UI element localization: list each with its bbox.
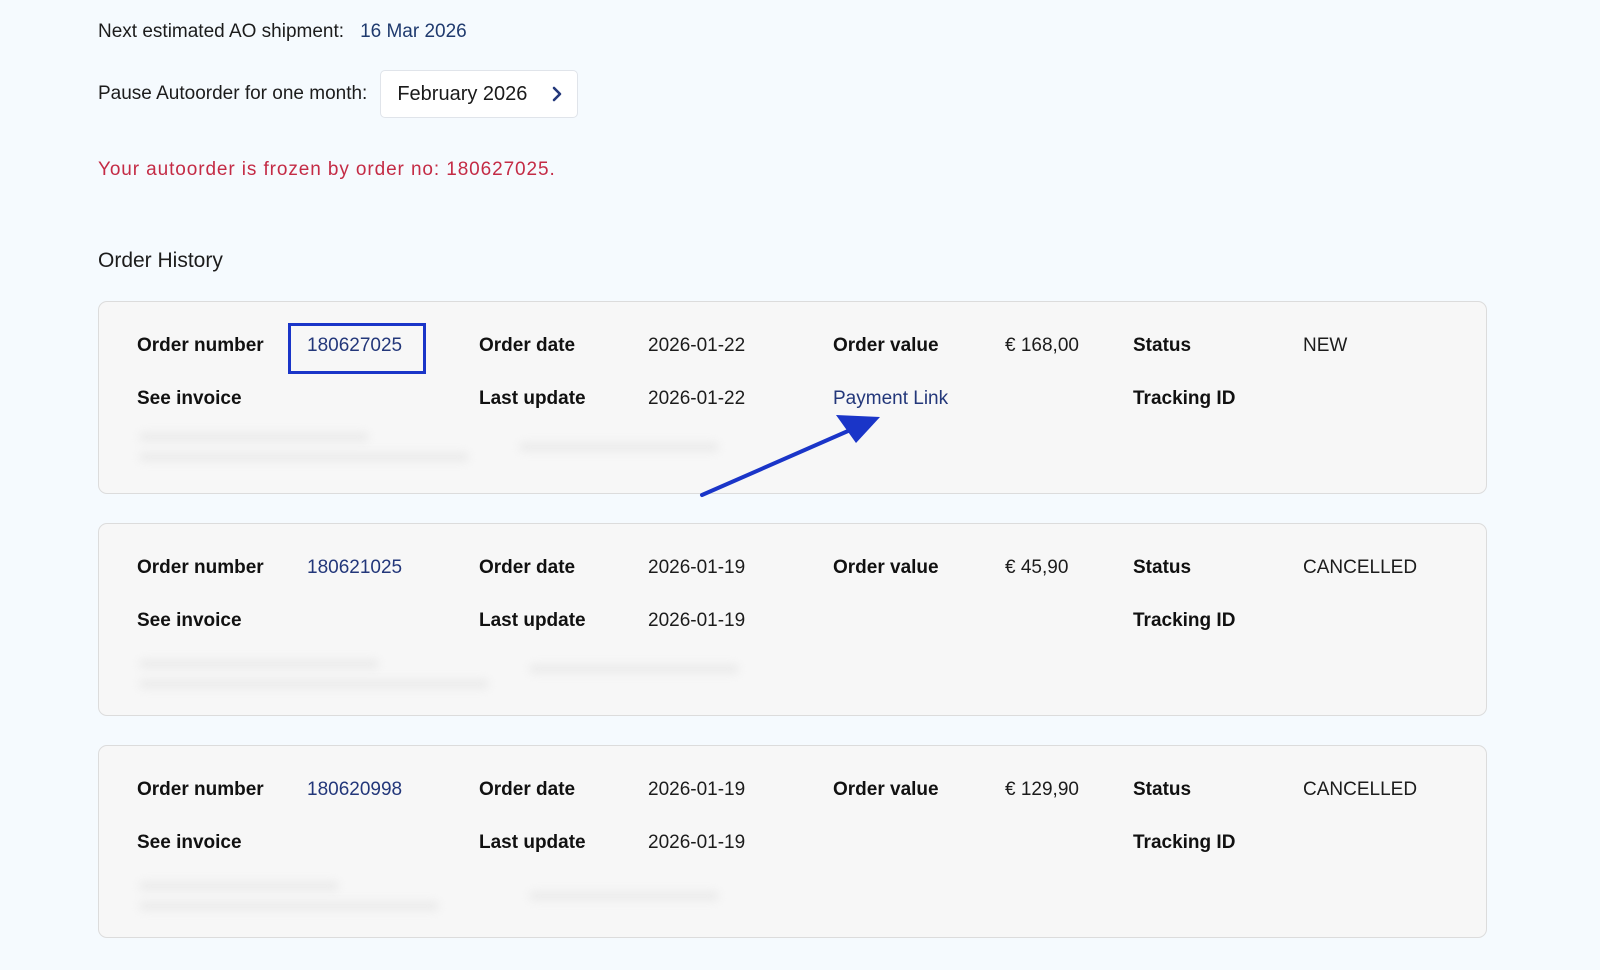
order-number-label: Order number xyxy=(137,779,264,800)
order-value-amount: € 129,90 xyxy=(1005,779,1079,800)
order-date-label: Order date xyxy=(479,557,576,578)
order-number-link[interactable]: 180621025 xyxy=(307,557,402,579)
status-label: Status xyxy=(1133,335,1192,356)
pause-month-value: February 2026 xyxy=(397,82,528,105)
last-update-label: Last update xyxy=(479,832,586,853)
annotation-highlight-box xyxy=(288,323,426,374)
status-value: CANCELLED xyxy=(1303,779,1418,800)
last-update-value: 2026-01-19 xyxy=(648,832,746,853)
order-date-label: Order date xyxy=(479,335,576,356)
pause-autoorder-row: Pause Autoorder for one month: February … xyxy=(98,70,579,118)
status-value: CANCELLED xyxy=(1303,557,1418,578)
tracking-id-label: Tracking ID xyxy=(1133,388,1236,409)
redacted-detail xyxy=(519,442,719,452)
order-value-label: Order value xyxy=(833,779,939,800)
redacted-detail xyxy=(139,901,439,911)
frozen-autoorder-alert: Your autoorder is frozen by order no: 18… xyxy=(98,159,556,180)
status-label: Status xyxy=(1133,779,1192,800)
order-date-value: 2026-01-22 xyxy=(648,335,746,356)
tracking-id-label: Tracking ID xyxy=(1133,832,1236,853)
redacted-detail xyxy=(139,881,339,891)
order-history-title: Order History xyxy=(98,249,223,272)
order-value-label: Order value xyxy=(833,335,939,356)
last-update-value: 2026-01-22 xyxy=(648,388,746,409)
see-invoice-link[interactable]: See invoice xyxy=(137,388,242,410)
order-value-amount: € 45,90 xyxy=(1005,557,1069,578)
payment-link[interactable]: Payment Link xyxy=(833,388,948,410)
order-value-amount: € 168,00 xyxy=(1005,335,1079,356)
see-invoice-link[interactable]: See invoice xyxy=(137,610,242,632)
order-number-label: Order number xyxy=(137,557,264,578)
last-update-value: 2026-01-19 xyxy=(648,610,746,631)
next-shipment-row: Next estimated AO shipment: 16 Mar 2026 xyxy=(98,21,467,43)
redacted-detail xyxy=(139,432,369,442)
redacted-detail xyxy=(139,679,489,689)
see-invoice-link[interactable]: See invoice xyxy=(137,832,242,854)
order-date-label: Order date xyxy=(479,779,576,800)
redacted-detail xyxy=(529,664,739,674)
arrow-annotation-icon xyxy=(700,415,880,497)
redacted-detail xyxy=(529,891,719,901)
chevron-right-icon[interactable] xyxy=(547,84,567,104)
order-value-label: Order value xyxy=(833,557,939,578)
order-date-value: 2026-01-19 xyxy=(648,779,746,800)
order-card: Order number 180620998 Order date 2026-0… xyxy=(98,745,1487,938)
next-shipment-date: 16 Mar 2026 xyxy=(360,21,467,42)
order-card: Order number 180621025 Order date 2026-0… xyxy=(98,523,1487,716)
order-number-link[interactable]: 180620998 xyxy=(307,779,402,801)
order-date-value: 2026-01-19 xyxy=(648,557,746,578)
redacted-detail xyxy=(139,452,469,462)
pause-autoorder-label: Pause Autoorder for one month: xyxy=(98,83,368,104)
next-shipment-label: Next estimated AO shipment: xyxy=(98,21,345,42)
order-number-label: Order number xyxy=(137,335,264,356)
tracking-id-label: Tracking ID xyxy=(1133,610,1236,631)
pause-month-selector[interactable]: February 2026 xyxy=(380,70,579,118)
last-update-label: Last update xyxy=(479,610,586,631)
last-update-label: Last update xyxy=(479,388,586,409)
redacted-detail xyxy=(139,659,379,669)
status-value: NEW xyxy=(1303,335,1348,356)
status-label: Status xyxy=(1133,557,1192,578)
